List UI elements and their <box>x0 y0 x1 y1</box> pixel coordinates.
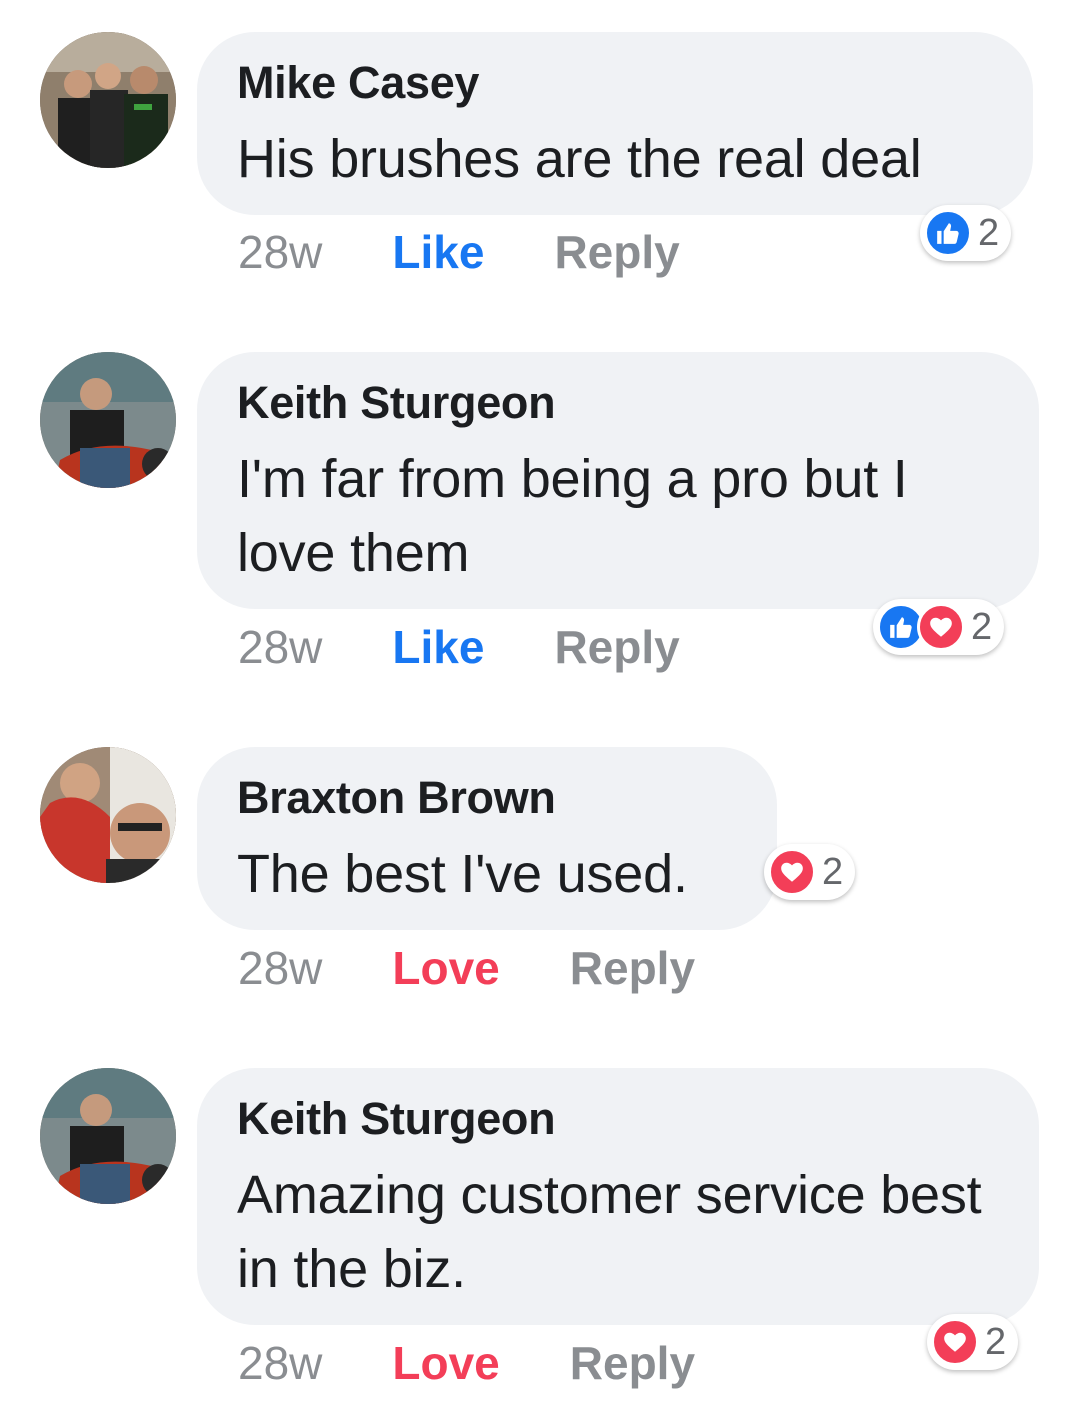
heart-icon <box>768 848 816 896</box>
comment-bubble: Keith Sturgeon I'm far from being a pro … <box>197 352 1039 609</box>
reply-button[interactable]: Reply <box>554 620 679 674</box>
avatar[interactable] <box>40 1068 176 1204</box>
comment-time[interactable]: 28w <box>238 225 322 279</box>
avatar[interactable] <box>40 747 176 883</box>
comment-actions: 28w Love Reply <box>238 938 695 998</box>
love-button[interactable]: Love <box>392 941 499 995</box>
reaction-count: 2 <box>985 1320 1007 1363</box>
reaction-summary[interactable]: 2 <box>764 844 856 900</box>
reaction-summary[interactable]: 2 <box>920 205 1012 261</box>
comment-author[interactable]: Braxton Brown <box>237 773 737 823</box>
comment-bubble: Keith Sturgeon Amazing customer service … <box>197 1068 1039 1325</box>
comment-time[interactable]: 28w <box>238 620 322 674</box>
heart-icon <box>931 1318 979 1366</box>
reaction-count: 2 <box>822 850 844 893</box>
comment-author[interactable]: Keith Sturgeon <box>237 1094 999 1144</box>
comment-actions: 28w Like Reply <box>238 222 680 282</box>
reaction-count: 2 <box>978 211 1000 254</box>
reaction-summary[interactable]: 2 <box>927 1314 1019 1370</box>
thumbs-up-icon <box>924 209 972 257</box>
comment-text: The best I've used. <box>237 844 688 904</box>
reply-button[interactable]: Reply <box>570 1336 695 1390</box>
comment-actions: 28w Like Reply <box>238 617 680 677</box>
comment-text: Amazing customer service best in the biz… <box>237 1165 982 1299</box>
reaction-summary[interactable]: 2 <box>873 599 1005 655</box>
avatar[interactable] <box>40 32 176 168</box>
comment-text: His brushes are the real deal <box>237 129 922 189</box>
comment-bubble: Mike Casey His brushes are the real deal <box>197 32 1033 215</box>
reply-button[interactable]: Reply <box>570 941 695 995</box>
comment-actions: 28w Love Reply <box>238 1333 695 1393</box>
comment-time[interactable]: 28w <box>238 1336 322 1390</box>
heart-icon <box>917 603 965 651</box>
comment-time[interactable]: 28w <box>238 941 322 995</box>
avatar[interactable] <box>40 352 176 488</box>
like-button[interactable]: Like <box>392 620 484 674</box>
comment-bubble: Braxton Brown The best I've used. <box>197 747 777 930</box>
love-button[interactable]: Love <box>392 1336 499 1390</box>
comment-author[interactable]: Mike Casey <box>237 58 993 108</box>
reaction-count: 2 <box>971 605 993 648</box>
comment-text: I'm far from being a pro but I love them <box>237 449 908 583</box>
comment-author[interactable]: Keith Sturgeon <box>237 378 999 428</box>
reply-button[interactable]: Reply <box>554 225 679 279</box>
like-button[interactable]: Like <box>392 225 484 279</box>
